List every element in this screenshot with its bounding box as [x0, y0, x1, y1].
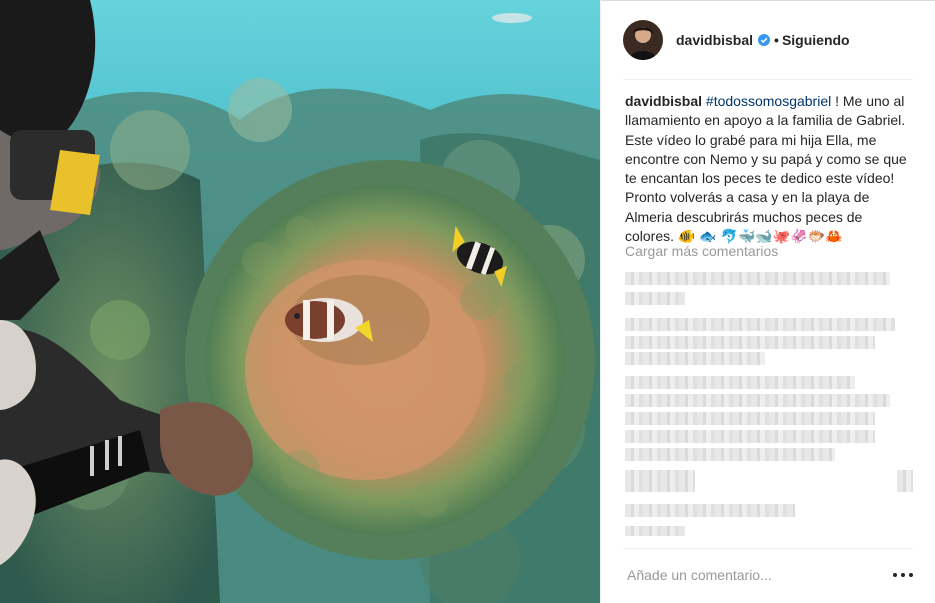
header-username[interactable]: davidbisbal	[676, 32, 753, 48]
blurred-comment-line	[625, 318, 895, 331]
post-caption: davidbisbal #todossomosgabriel ! Me uno …	[625, 92, 915, 246]
blurred-comment-line	[625, 394, 890, 407]
post-detail-panel: davidbisbal • Siguiendo davidbisbal #tod…	[600, 0, 935, 603]
blurred-comment-line	[625, 470, 695, 492]
add-comment-input[interactable]: Añade un comentario...	[627, 567, 772, 583]
following-button[interactable]: Siguiendo	[782, 32, 850, 48]
blurred-comment-line	[625, 412, 875, 425]
blurred-comment-line	[625, 292, 685, 305]
blurred-comment-line	[625, 504, 795, 517]
blurred-comment-line	[625, 448, 835, 461]
underwater-scene-image	[0, 0, 600, 603]
caption-text: ! Me uno al llamamiento en apoyo a la fa…	[625, 93, 907, 245]
comment-divider	[623, 548, 913, 549]
blurred-comment-line	[625, 376, 855, 389]
header-divider	[623, 79, 913, 80]
load-more-comments-link[interactable]: Cargar más comentarios	[625, 243, 778, 259]
caption-username[interactable]: davidbisbal	[625, 93, 702, 109]
ellipsis-icon[interactable]	[893, 567, 913, 583]
caption-hashtag[interactable]: #todossomosgabriel	[706, 93, 831, 109]
blurred-comment-line	[625, 272, 890, 285]
post-header: davidbisbal • Siguiendo	[623, 18, 913, 62]
post-media-video[interactable]	[0, 0, 600, 603]
blurred-comment-line	[625, 430, 875, 443]
caption-emojis: 🐠 🐟 🐬🐳🐋🐙🦑🐡🦀	[677, 228, 843, 245]
blurred-comment-line	[897, 470, 913, 492]
top-divider	[601, 0, 935, 1]
avatar[interactable]	[623, 20, 663, 60]
separator-dot: •	[774, 32, 779, 48]
blurred-comment-line	[625, 526, 685, 536]
blurred-comment-line	[625, 336, 875, 349]
blurred-comment-line	[625, 352, 765, 365]
verified-badge-icon	[758, 34, 771, 46]
